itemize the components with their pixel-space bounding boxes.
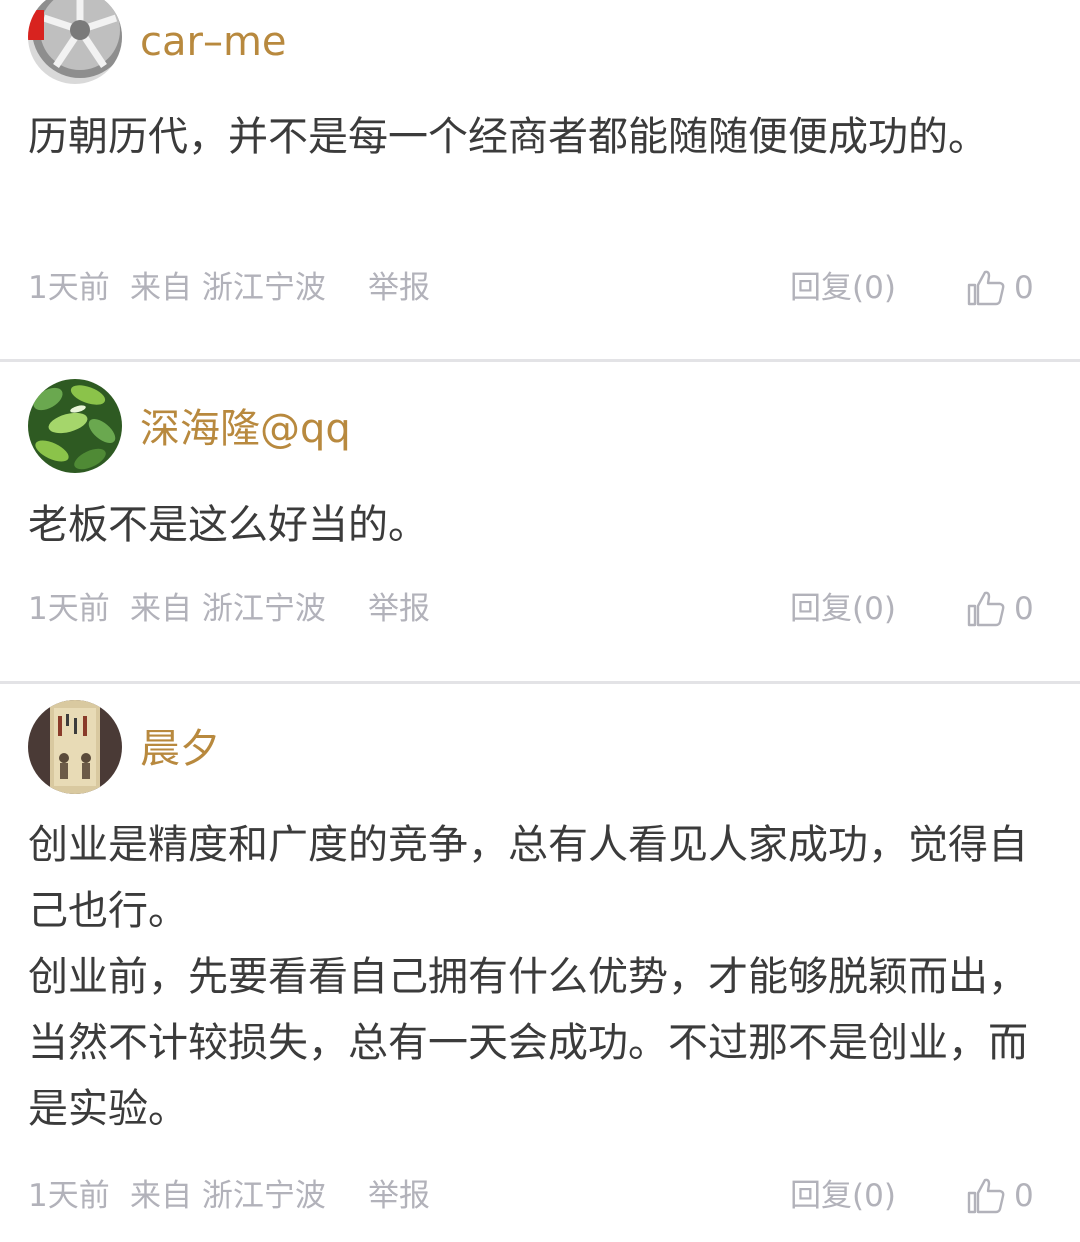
like-button[interactable]: 0	[966, 268, 1034, 308]
comment-item: 晨夕 创业是精度和广度的竞争，总有人看见人家成功，觉得自己也行。 创业前，先要看…	[0, 684, 1080, 1242]
report-button[interactable]: 举报	[368, 589, 430, 629]
comment-paragraph: 历朝历代，并不是每一个经商者都能随随便便成功的。	[28, 114, 988, 160]
username[interactable]: car–me	[140, 18, 287, 66]
comment-time: 1天前	[28, 1178, 110, 1214]
comment-location: 来自 浙江宁波	[130, 1178, 326, 1214]
reply-button[interactable]: 回复(0)	[790, 268, 896, 308]
thumbs-up-icon	[967, 270, 1005, 306]
comment-text: 历朝历代，并不是每一个经商者都能随随便便成功的。	[28, 104, 1052, 170]
like-count: 0	[1014, 591, 1034, 627]
user-avatar[interactable]	[28, 379, 122, 473]
comment-time: 1天前	[28, 591, 110, 627]
thumbs-up-icon	[967, 1178, 1005, 1214]
comment-meta: 1天前 来自 浙江宁波 举报 回复(0) 0	[0, 1176, 1080, 1216]
comment-paragraph: 创业前，先要看看自己拥有什么优势，才能够脱颖而出，当然不计较损失，总有一天会成功…	[28, 954, 1028, 1132]
like-count: 0	[1014, 1178, 1034, 1214]
comment-paragraph: 老板不是这么好当的。	[28, 502, 428, 548]
like-button[interactable]: 0	[966, 1176, 1034, 1216]
user-avatar[interactable]	[28, 0, 122, 84]
comment-time: 1天前	[28, 270, 110, 306]
comment-item: 深海隆@qq 老板不是这么好当的。 1天前 来自 浙江宁波 举报 回复(0) 0	[0, 362, 1080, 681]
comment-location: 来自 浙江宁波	[130, 270, 326, 306]
like-button[interactable]: 0	[966, 589, 1034, 629]
comment-text: 老板不是这么好当的。	[28, 492, 1052, 558]
reply-button[interactable]: 回复(0)	[790, 589, 896, 629]
report-button[interactable]: 举报	[368, 268, 430, 308]
comment-item: car–me 历朝历代，并不是每一个经商者都能随随便便成功的。 1天前 来自 浙…	[0, 0, 1080, 360]
report-button[interactable]: 举报	[368, 1176, 430, 1216]
comment-location: 来自 浙江宁波	[130, 591, 326, 627]
username[interactable]: 深海隆@qq	[140, 405, 351, 453]
reply-button[interactable]: 回复(0)	[790, 1176, 896, 1216]
comment-text: 创业是精度和广度的竞争，总有人看见人家成功，觉得自己也行。 创业前，先要看看自己…	[28, 812, 1052, 1142]
comment-paragraph: 创业是精度和广度的竞争，总有人看见人家成功，觉得自己也行。	[28, 822, 1028, 934]
comment-meta: 1天前 来自 浙江宁波 举报 回复(0) 0	[0, 268, 1080, 308]
thumbs-up-icon	[967, 591, 1005, 627]
comment-meta: 1天前 来自 浙江宁波 举报 回复(0) 0	[0, 589, 1080, 629]
user-avatar[interactable]	[28, 700, 122, 794]
username[interactable]: 晨夕	[140, 725, 220, 773]
like-count: 0	[1014, 270, 1034, 306]
